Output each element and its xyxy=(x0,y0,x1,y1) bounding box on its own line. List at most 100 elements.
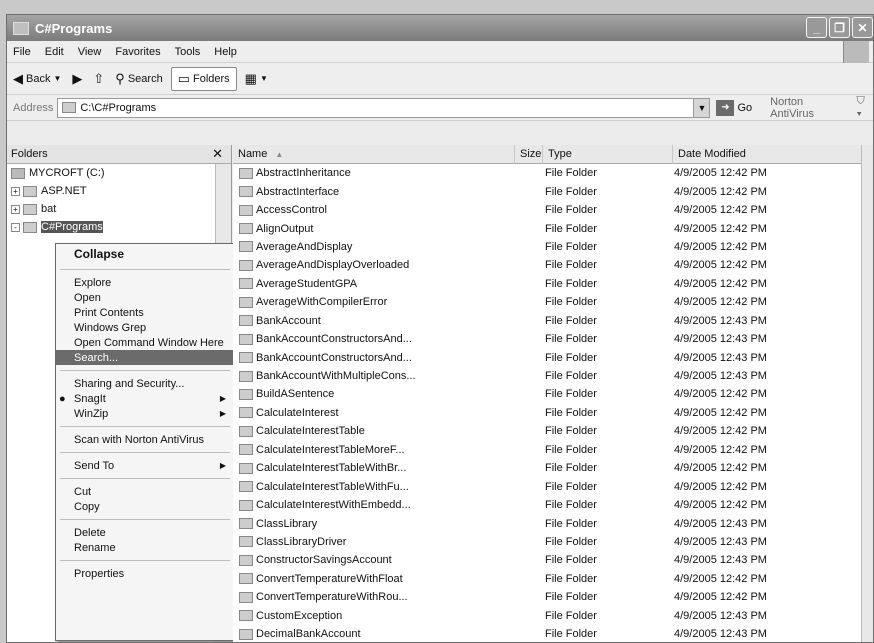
menu-help[interactable]: Help xyxy=(214,46,237,58)
menu-item-open[interactable]: Open xyxy=(56,290,234,305)
file-row[interactable]: ClassLibraryDriver File Folder 4/9/2005 12… xyxy=(233,533,873,551)
file-row[interactable]: CalculateInterest File Folder 4/9/2005 12:… xyxy=(233,404,873,422)
expand-icon[interactable]: + xyxy=(11,186,20,196)
column-size[interactable]: Size xyxy=(515,144,543,164)
file-date: 4/9/2005 12:42 PM xyxy=(674,480,767,493)
file-row[interactable]: BankAccountConstructorsAnd... File Folder… xyxy=(233,330,873,348)
forward-button[interactable]: ▶ xyxy=(72,67,85,91)
menu-item-print-contents[interactable]: Print Contents xyxy=(56,305,234,320)
menu-item-collapse[interactable]: Collapse xyxy=(56,244,234,264)
file-name: ConvertTemperatureWithRou... xyxy=(256,591,408,604)
file-row[interactable]: ConvertTemperatureWithRou... File Folder 4… xyxy=(233,588,873,606)
file-row[interactable]: AverageAndDisplayOverloaded File Folder 4/… xyxy=(233,256,873,274)
file-row[interactable]: BankAccountConstructorsAnd... File Folder… xyxy=(233,348,873,366)
file-row[interactable]: BankAccountWithMultipleCons... File Folde… xyxy=(233,367,873,385)
expand-icon[interactable]: + xyxy=(11,204,20,214)
norton-antivirus-button[interactable]: Norton AntiVirus ⛉ ▾ xyxy=(770,95,873,121)
file-row[interactable]: CalculateInterestWithEmbedd... File Folde… xyxy=(233,496,873,514)
menu-item-properties[interactable]: Properties xyxy=(56,566,234,581)
tree-item-csharpprograms[interactable]: - C#Programs xyxy=(7,218,231,236)
menu-item-cut[interactable]: Cut xyxy=(56,484,234,499)
file-date: 4/9/2005 12:42 PM xyxy=(674,259,767,272)
folder-icon xyxy=(62,102,77,113)
address-input[interactable]: C:\C#Programs ▼ xyxy=(57,97,711,118)
file-row[interactable]: AverageStudentGPA File Folder 4/9/2005 12:… xyxy=(233,275,873,293)
file-name: DecimalBankAccount xyxy=(256,628,361,641)
menu-edit[interactable]: Edit xyxy=(45,46,64,58)
go-button[interactable]: ➜ Go xyxy=(716,99,752,116)
file-row[interactable]: CalculateInterestTableMoreF... File Folde… xyxy=(233,441,873,459)
folder-icon xyxy=(239,333,253,345)
file-row[interactable]: DecimalBankAccount File Folder 4/9/2005 12… xyxy=(233,625,873,642)
context-menu: Collapse Explore Open Print Contents Win… xyxy=(55,243,235,641)
tree-item-mycroft[interactable]: MYCROFT (C:) xyxy=(7,164,231,182)
file-name-cell: CalculateInterestWithEmbedd... xyxy=(233,499,515,511)
file-row[interactable]: CalculateInterestTableWithBr... File Fold… xyxy=(233,459,873,477)
column-name[interactable]: Name ▲ xyxy=(233,144,515,164)
search-button[interactable]: ⚲ Search xyxy=(115,67,162,91)
tree-item-aspnet[interactable]: + ASP.NET xyxy=(7,182,231,200)
column-date[interactable]: Date Modified xyxy=(673,144,863,164)
menu-item-explore[interactable]: Explore xyxy=(56,275,234,290)
file-row[interactable]: ClassLibrary File Folder 4/9/2005 12:43 PM xyxy=(233,514,873,532)
menu-file[interactable]: File xyxy=(13,46,31,58)
file-row[interactable]: AccessControl File Folder 4/9/2005 12:42 P… xyxy=(233,201,873,219)
file-name: BankAccount xyxy=(256,314,321,327)
views-button[interactable]: ▦ ▼ xyxy=(245,67,271,91)
folder-icon xyxy=(239,407,253,419)
collapse-icon[interactable]: - xyxy=(11,222,20,232)
menu-view[interactable]: View xyxy=(78,46,102,58)
title-bar[interactable]: C#Programs _ ❐ ✕ xyxy=(7,15,873,41)
file-row[interactable]: BankAccount File Folder 4/9/2005 12:43 PM xyxy=(233,312,873,330)
file-row[interactable]: CalculateInterestTableWithFu... File Fold… xyxy=(233,477,873,495)
menu-item-search[interactable]: Search... xyxy=(56,350,234,365)
windows-logo-icon xyxy=(843,41,869,63)
tree-item-label: MYCROFT (C:) xyxy=(29,167,105,179)
folders-button[interactable]: ▭ Folders xyxy=(170,66,237,91)
menu-item-scan-norton[interactable]: Scan with Norton AntiVirus xyxy=(56,432,234,447)
minimize-button[interactable]: _ xyxy=(806,17,827,38)
file-name: CustomException xyxy=(256,609,343,622)
window-title: C#Programs xyxy=(35,20,113,36)
file-row[interactable]: ConstructorSavingsAccount File Folder 4/9/… xyxy=(233,551,873,569)
tree-item-bat[interactable]: + bat xyxy=(7,200,231,218)
menu-item-rename[interactable]: Rename xyxy=(56,540,234,555)
folder-icon xyxy=(239,186,253,198)
file-row[interactable]: BuildASentence File Folder 4/9/2005 12:42 … xyxy=(233,385,873,403)
file-row[interactable]: AlignOutput File Folder 4/9/2005 12:42 PM xyxy=(233,219,873,237)
file-row[interactable]: CalculateInterestTable File Folder 4/9/200… xyxy=(233,422,873,440)
column-type[interactable]: Type xyxy=(543,144,673,164)
file-name-cell: CalculateInterestTableMoreF... xyxy=(233,444,515,456)
folders-pane-header: Folders ✕ xyxy=(7,145,231,164)
close-icon[interactable]: ✕ xyxy=(212,146,223,162)
menu-item-open-command-window[interactable]: Open Command Window Here xyxy=(56,335,234,350)
folder-icon xyxy=(239,499,253,511)
file-row[interactable]: ConvertTemperatureWithFloat File Folder 4/… xyxy=(233,570,873,588)
menu-item-winzip[interactable]: WinZip ▶ xyxy=(56,406,234,421)
file-date: 4/9/2005 12:43 PM xyxy=(674,333,767,346)
address-dropdown-icon[interactable]: ▼ xyxy=(693,98,710,117)
close-button[interactable]: ✕ xyxy=(852,17,873,38)
menu-item-sharing-security[interactable]: Sharing and Security... xyxy=(56,376,234,391)
file-row[interactable]: AverageWithCompilerError File Folder 4/9/2… xyxy=(233,293,873,311)
file-name: AbstractInterface xyxy=(256,185,340,198)
folder-icon xyxy=(23,221,37,233)
menu-item-windows-grep[interactable]: Windows Grep xyxy=(56,320,234,335)
menu-item-copy[interactable]: Copy xyxy=(56,499,234,514)
menu-item-send-to[interactable]: Send To ▶ xyxy=(56,458,234,473)
file-row[interactable]: CustomException File Folder 4/9/2005 12:43… xyxy=(233,607,873,625)
file-row[interactable]: AbstractInheritance File Folder 4/9/2005 1… xyxy=(233,164,873,182)
menu-item-delete[interactable]: Delete xyxy=(56,525,234,540)
file-list-scrollbar[interactable] xyxy=(861,145,873,642)
file-list: AbstractInheritance File Folder 4/9/2005 1… xyxy=(233,164,873,642)
maximize-button[interactable]: ❐ xyxy=(829,17,850,38)
file-date: 4/9/2005 12:42 PM xyxy=(674,185,767,198)
menu-favorites[interactable]: Favorites xyxy=(115,46,160,58)
menu-item-snagit[interactable]: ● SnagIt ▶ xyxy=(56,391,234,406)
back-button[interactable]: ◀ Back ▼ xyxy=(13,67,64,91)
file-name: BankAccountConstructorsAnd... xyxy=(256,333,412,346)
file-row[interactable]: AverageAndDisplay File Folder 4/9/2005 12:… xyxy=(233,238,873,256)
file-row[interactable]: AbstractInterface File Folder 4/9/2005 12:… xyxy=(233,182,873,200)
up-button[interactable]: ⇧ xyxy=(93,67,107,91)
menu-tools[interactable]: Tools xyxy=(175,46,201,58)
